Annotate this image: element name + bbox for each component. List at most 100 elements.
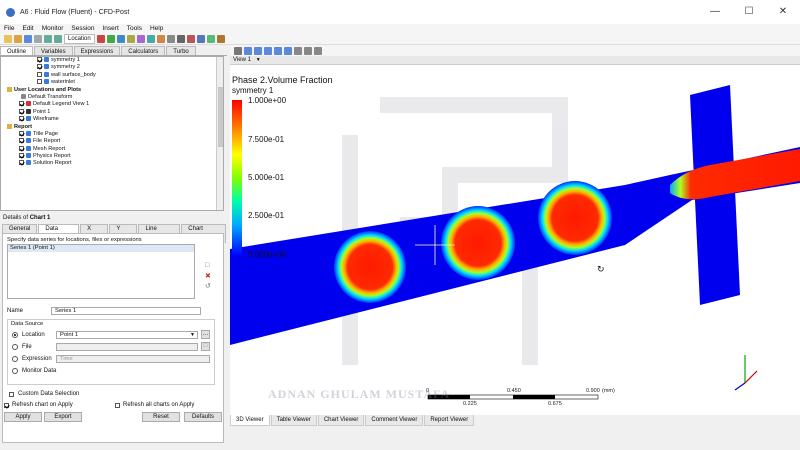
text-icon[interactable] xyxy=(146,35,155,43)
refresh-chart-checkbox[interactable] xyxy=(4,402,9,408)
tree-item[interactable]: File Report xyxy=(1,138,223,145)
tab-report-viewer[interactable]: Report Viewer xyxy=(424,415,475,426)
menu-help[interactable]: Help xyxy=(146,24,167,34)
save-icon[interactable] xyxy=(24,35,32,43)
fit-view-icon[interactable] xyxy=(284,46,292,55)
tab-calculators[interactable]: Calculators xyxy=(121,46,166,55)
3d-viewport[interactable]: ↻ Phase 2.Volume Fraction symmetry 1 1.0… xyxy=(230,65,800,415)
minimize-icon[interactable]: — xyxy=(698,0,732,24)
tree-item[interactable]: Report xyxy=(1,124,223,131)
pan-icon[interactable] xyxy=(254,46,262,55)
tree-item[interactable]: Point 1 xyxy=(1,109,223,116)
series-list-item[interactable]: Series 1 (Point 1) xyxy=(8,245,194,252)
defaults-button[interactable]: Defaults xyxy=(184,412,222,422)
tree-item[interactable]: waterinlet xyxy=(1,79,223,86)
zoom-icon[interactable] xyxy=(264,46,272,55)
tree-item[interactable]: wall surface_body xyxy=(1,72,223,79)
visibility-checkbox[interactable] xyxy=(19,101,24,107)
visibility-checkbox[interactable] xyxy=(19,153,24,159)
expression-radio[interactable] xyxy=(12,356,18,362)
tab-expressions[interactable]: Expressions xyxy=(73,46,121,55)
visibility-checkbox[interactable] xyxy=(19,108,24,114)
timestep-icon[interactable] xyxy=(176,35,185,43)
export-button[interactable]: Export xyxy=(44,412,82,422)
tab-turbo[interactable]: Turbo xyxy=(166,46,196,55)
visibility-checkbox[interactable] xyxy=(19,160,24,166)
clip-icon[interactable] xyxy=(156,35,165,43)
new-icon[interactable] xyxy=(4,35,12,43)
tree-item[interactable]: Physics Report xyxy=(1,153,223,160)
tab-outline[interactable]: Outline xyxy=(0,46,34,55)
tab-3d-viewer[interactable]: 3D Viewer xyxy=(230,415,270,426)
tree-item[interactable]: Title Page xyxy=(1,131,223,138)
visibility-checkbox[interactable] xyxy=(37,79,42,85)
print-icon[interactable] xyxy=(34,35,42,43)
visibility-checkbox[interactable] xyxy=(19,145,24,151)
name-field[interactable]: Series 1 xyxy=(51,307,201,315)
function-icon[interactable] xyxy=(216,35,225,43)
visibility-checkbox[interactable] xyxy=(19,138,24,144)
chart-icon[interactable] xyxy=(196,35,205,43)
tree-item[interactable]: Solution Report xyxy=(1,160,223,167)
streamline-icon[interactable] xyxy=(116,35,125,43)
tree-item[interactable]: User Locations and Plots xyxy=(1,87,223,94)
probe-icon[interactable] xyxy=(294,46,302,55)
tree-item[interactable]: symmetry 2 xyxy=(1,64,223,71)
tree-item[interactable]: Mesh Report xyxy=(1,146,223,153)
tree-item-label: Default Legend View 1 xyxy=(33,101,90,108)
vector-icon[interactable] xyxy=(106,35,115,43)
tab-chart-viewer[interactable]: Chart Viewer xyxy=(317,415,365,426)
sync-icon[interactable] xyxy=(314,46,322,55)
series-list[interactable]: Series 1 (Point 1) xyxy=(7,244,195,299)
table-icon[interactable] xyxy=(186,35,195,43)
layout-icon[interactable] xyxy=(304,46,312,55)
delete-series-icon[interactable]: ✖ xyxy=(205,272,211,280)
visibility-checkbox[interactable] xyxy=(37,57,42,63)
tree-item[interactable]: Wireframe xyxy=(1,116,223,123)
comment-icon[interactable] xyxy=(206,35,215,43)
tree-scroll-thumb[interactable] xyxy=(218,87,223,147)
visibility-checkbox[interactable] xyxy=(37,71,42,77)
tab-comment-viewer[interactable]: Comment Viewer xyxy=(365,415,424,426)
apply-button[interactable]: Apply xyxy=(4,412,42,422)
select-icon[interactable] xyxy=(234,46,242,55)
new-series-icon[interactable]: □ xyxy=(205,262,209,269)
reset-button[interactable]: Reset xyxy=(142,412,180,422)
legend-icon[interactable] xyxy=(166,35,175,43)
location-select[interactable]: Point 1 ▼ xyxy=(56,331,198,339)
monitor-radio[interactable] xyxy=(12,368,18,374)
menu-edit[interactable]: Edit xyxy=(18,24,37,34)
visibility-checkbox[interactable] xyxy=(19,116,24,122)
volume-icon[interactable] xyxy=(126,35,135,43)
menu-insert[interactable]: Insert xyxy=(99,24,123,34)
tree-scrollbar[interactable] xyxy=(216,57,223,210)
maximize-icon[interactable]: ☐ xyxy=(732,0,766,24)
menu-tools[interactable]: Tools xyxy=(123,24,146,34)
tree-item[interactable]: symmetry 1 xyxy=(1,57,223,64)
isosurface-icon[interactable] xyxy=(136,35,145,43)
clear-series-icon[interactable]: ↺ xyxy=(205,282,211,290)
refresh-all-checkbox[interactable] xyxy=(115,402,120,408)
menu-session[interactable]: Session xyxy=(67,24,98,34)
view-selector[interactable]: View 1 ▼ xyxy=(230,56,800,65)
file-radio[interactable] xyxy=(12,344,18,350)
location-browse-button[interactable]: … xyxy=(201,330,210,339)
location-button[interactable]: Location xyxy=(64,34,95,44)
menu-file[interactable]: File xyxy=(0,24,18,34)
tree-item[interactable]: Default Transform xyxy=(1,94,223,101)
close-icon[interactable]: ✕ xyxy=(766,0,800,24)
zoom-box-icon[interactable] xyxy=(274,46,282,55)
menu-monitor[interactable]: Monitor xyxy=(38,24,68,34)
rotate-icon[interactable] xyxy=(244,46,252,55)
visibility-checkbox[interactable] xyxy=(37,64,42,70)
tree-item[interactable]: Default Legend View 1 xyxy=(1,101,223,108)
custom-data-checkbox[interactable] xyxy=(9,391,14,397)
visibility-checkbox[interactable] xyxy=(19,130,24,136)
contour-icon[interactable] xyxy=(96,35,105,43)
open-icon[interactable] xyxy=(14,35,22,43)
tab-table-viewer[interactable]: Table Viewer xyxy=(270,415,317,426)
tab-variables[interactable]: Variables xyxy=(34,46,73,55)
undo-icon[interactable] xyxy=(44,35,52,43)
location-radio[interactable] xyxy=(12,332,18,338)
redo-icon[interactable] xyxy=(54,35,62,43)
